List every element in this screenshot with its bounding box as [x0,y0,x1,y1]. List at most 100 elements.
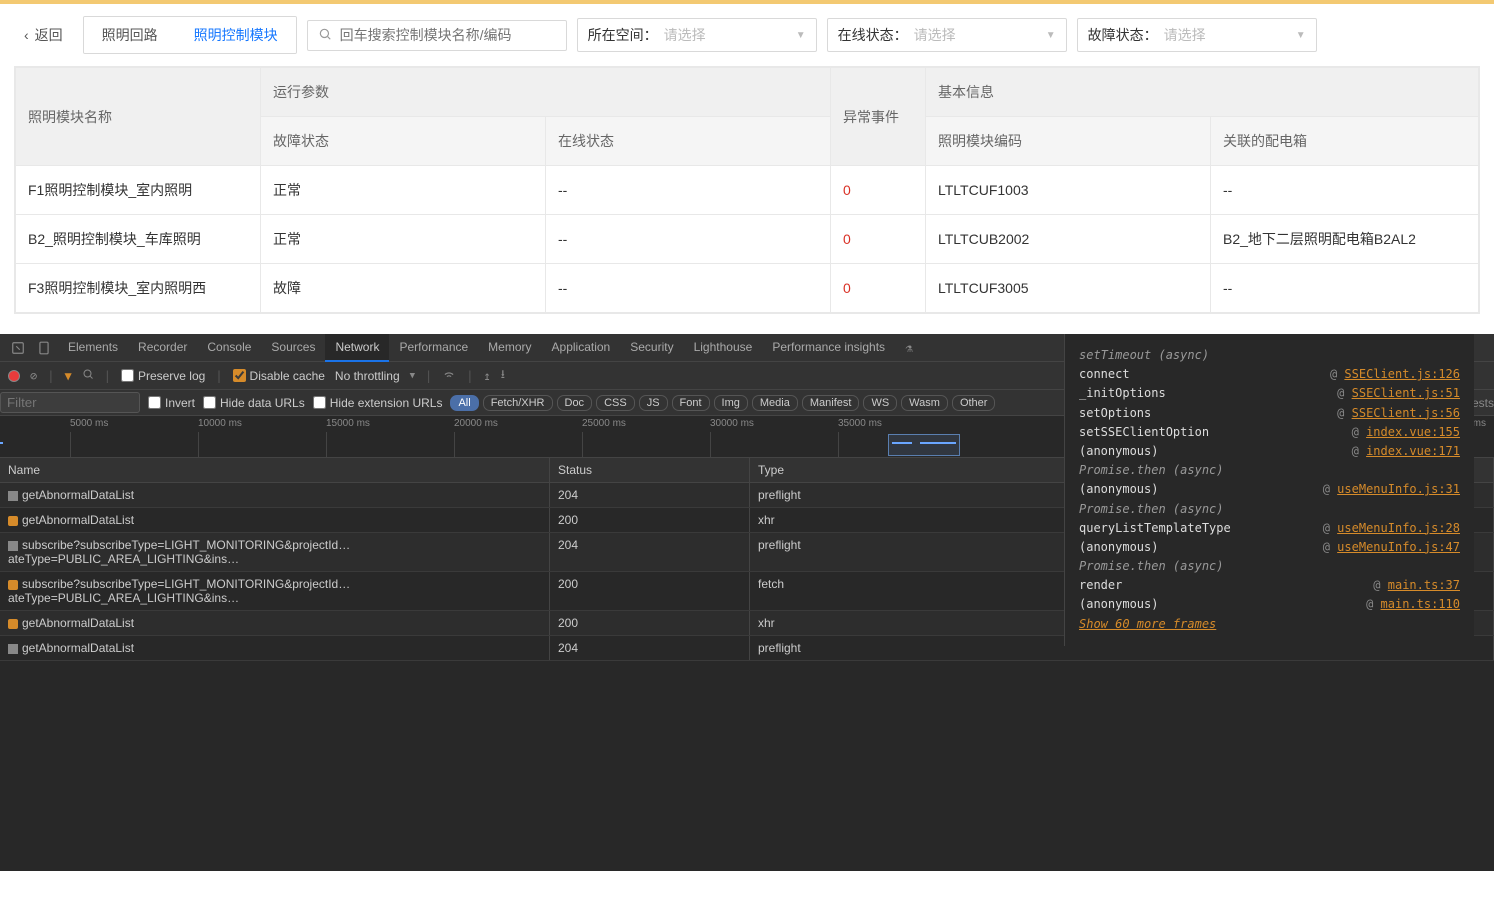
devtools-tab[interactable]: Console [197,334,261,362]
cell-box: B2_地下二层照明配电箱B2AL2 [1211,215,1479,264]
filter-chip[interactable]: Wasm [901,395,948,411]
search-input[interactable] [340,27,556,43]
hide-data-check[interactable]: Hide data URLs [203,396,305,410]
request-type-icon [8,644,18,654]
right-label: ests [1472,396,1494,410]
filter-icon[interactable]: ▼ [64,369,71,383]
source-link[interactable]: main.ts:110 [1381,597,1460,611]
show-more-frames[interactable]: Show 60 more frames [1079,615,1460,634]
devtools-tab[interactable]: Application [542,334,621,362]
app-toolbar: ‹ 返回 照明回路 照明控制模块 所在空间： 请选择 ▼ 在线状态： 请选择 ▼… [0,0,1494,66]
flask-icon[interactable]: ⚗ [897,336,921,360]
callstack-frame: setOptions@ SSEClient.js:56 [1079,404,1460,423]
callstack-frame: _initOptions@ SSEClient.js:51 [1079,384,1460,403]
request-name: getAbnormalDataList [0,636,550,660]
device-icon[interactable] [32,336,56,360]
cell-fault: 正常 [261,215,546,264]
filter-online[interactable]: 在线状态： 请选择 ▼ [827,18,1067,52]
source-link[interactable]: useMenuInfo.js:31 [1337,482,1460,496]
chevron-down-icon: ▼ [410,371,415,381]
download-icon[interactable]: ⭳ [501,365,505,386]
filter-chip[interactable]: Media [752,395,798,411]
devtools-tab[interactable]: Performance [389,334,478,362]
callstack-frame: connect@ SSEClient.js:126 [1079,365,1460,384]
upload-icon[interactable]: ↥ [484,369,491,383]
devtools-tab[interactable]: Memory [478,334,541,362]
filter-chip[interactable]: JS [639,395,668,411]
invert-check[interactable]: Invert [148,396,195,410]
filter-chip[interactable]: Other [952,395,996,411]
throttling-select[interactable]: No throttling [335,369,400,383]
search-box[interactable] [307,20,567,51]
filter-fault[interactable]: 故障状态： 请选择 ▼ [1077,18,1317,52]
source-link[interactable]: useMenuInfo.js:28 [1337,521,1460,535]
filter-chip[interactable]: CSS [596,395,635,411]
source-link[interactable]: index.vue:171 [1366,444,1460,458]
source-link[interactable]: SSEClient.js:51 [1352,386,1460,400]
preserve-log-check[interactable]: Preserve log [121,369,205,383]
request-name: getAbnormalDataList [0,611,550,635]
request-status: 204 [550,636,750,660]
cell-event: 0 [831,264,926,313]
th-info-group: 基本信息 [926,68,1479,117]
devtools-tab[interactable]: Security [620,334,683,362]
cell-fault: 故障 [261,264,546,313]
cell-fault: 正常 [261,166,546,215]
wifi-icon[interactable] [442,367,456,384]
devtools-tab[interactable]: Lighthouse [684,334,763,362]
search-icon[interactable] [82,368,94,383]
timeline-tick: 25000 ms [582,418,626,429]
filter-space[interactable]: 所在空间： 请选择 ▼ [577,18,817,52]
filter-chip[interactable]: All [450,395,478,411]
source-link[interactable]: useMenuInfo.js:47 [1337,540,1460,554]
clear-icon[interactable]: ⊘ [30,369,37,383]
callstack-frame: Promise.then (async) [1079,500,1460,519]
back-button[interactable]: ‹ 返回 [14,19,73,51]
source-link[interactable]: SSEClient.js:126 [1344,367,1460,381]
filter-chip[interactable]: WS [863,395,897,411]
devtools-panel: ElementsRecorderConsoleSourcesNetworkPer… [0,334,1494,871]
disable-cache-check[interactable]: Disable cache [233,369,325,383]
devtools-tab[interactable]: Performance insights [762,334,895,362]
cell-name: F1照明控制模块_室内照明 [16,166,261,215]
th-request-status[interactable]: Status [550,458,750,482]
source-link[interactable]: SSEClient.js:56 [1352,406,1460,420]
devtools-tab[interactable]: Sources [261,334,325,362]
filter-placeholder: 请选择 [1158,25,1296,45]
devtools-tab[interactable]: Network [325,334,389,362]
th-box: 关联的配电箱 [1211,117,1479,166]
table-row[interactable]: F3照明控制模块_室内照明西 故障 -- 0 LTLTCUF3005 -- [16,264,1479,313]
record-icon[interactable] [8,370,20,382]
filter-chip[interactable]: Doc [557,395,593,411]
disable-cache-label: Disable cache [250,369,325,383]
source-link[interactable]: index.vue:155 [1366,425,1460,439]
filter-chip[interactable]: Fetch/XHR [483,395,553,411]
hide-data-label: Hide data URLs [220,396,305,410]
callstack-frame: setSSEClientOption@ index.vue:155 [1079,423,1460,442]
table-row[interactable]: F1照明控制模块_室内照明 正常 -- 0 LTLTCUF1003 -- [16,166,1479,215]
callstack-frame: Promise.then (async) [1079,461,1460,480]
filter-chip[interactable]: Font [672,395,710,411]
th-code: 照明模块编码 [926,117,1211,166]
filter-input[interactable] [0,392,140,413]
table-row[interactable]: B2_照明控制模块_车库照明 正常 -- 0 LTLTCUB2002 B2_地下… [16,215,1479,264]
devtools-tab[interactable]: Recorder [128,334,197,362]
th-name: 照明模块名称 [16,68,261,166]
chevron-down-icon: ▼ [1296,30,1306,41]
chevron-down-icon: ▼ [1046,30,1056,41]
source-link[interactable]: main.ts:37 [1388,578,1460,592]
tab-lighting-circuit[interactable]: 照明回路 [84,17,176,53]
cell-box: -- [1211,166,1479,215]
tab-lighting-module[interactable]: 照明控制模块 [176,17,296,53]
filter-chip[interactable]: Manifest [802,395,860,411]
request-status: 200 [550,611,750,635]
request-type-icon [8,619,18,629]
th-request-name[interactable]: Name [0,458,550,482]
cell-event: 0 [831,166,926,215]
timeline-selection[interactable] [888,434,960,456]
inspect-icon[interactable] [6,336,30,360]
hide-ext-check[interactable]: Hide extension URLs [313,396,443,410]
devtools-tab[interactable]: Elements [58,334,128,362]
filter-chip[interactable]: Img [714,395,748,411]
invert-label: Invert [165,396,195,410]
